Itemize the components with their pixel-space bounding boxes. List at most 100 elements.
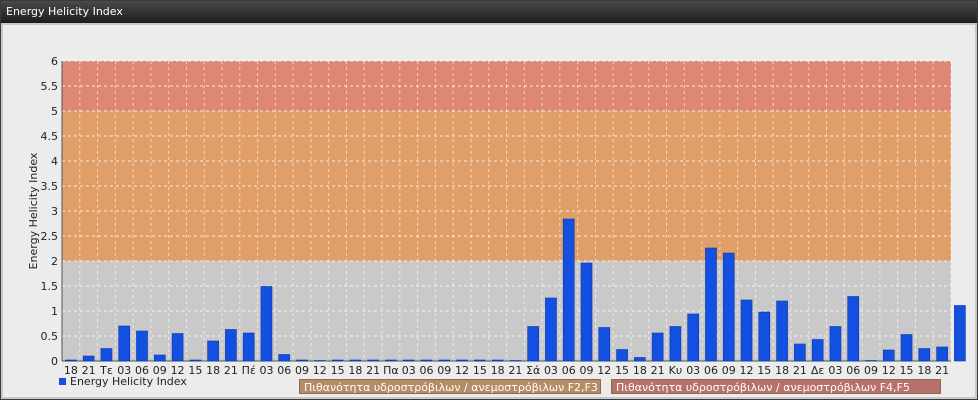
bar	[260, 286, 273, 362]
bar	[598, 327, 611, 362]
x-tick-label: 09	[864, 364, 878, 377]
x-tick-label: Κυ	[669, 364, 683, 377]
x-tick-label: 06	[419, 364, 433, 377]
bar	[918, 348, 931, 362]
bar	[882, 349, 895, 362]
bar	[562, 218, 575, 362]
bar	[509, 360, 522, 362]
x-tick-label: 06	[562, 364, 576, 377]
x-tick-label: 03	[828, 364, 842, 377]
y-tick-label: 4.5	[41, 130, 59, 143]
bar	[278, 354, 291, 362]
x-tick-label: 18	[206, 364, 220, 377]
x-tick-label: 03	[686, 364, 700, 377]
bar	[865, 360, 877, 362]
bar	[527, 326, 539, 362]
x-tick-label: 09	[580, 364, 594, 377]
x-tick-label: 12	[882, 364, 896, 377]
bar	[402, 359, 415, 362]
x-tick-label: 18	[917, 364, 931, 377]
y-tick-label: 0.5	[41, 330, 59, 343]
x-tick-label: 12	[455, 364, 469, 377]
y-tick-label: 2	[51, 255, 58, 268]
x-tick-label: Σά	[526, 364, 540, 377]
x-tick-label: 21	[508, 364, 522, 377]
bar	[687, 313, 700, 362]
x-tick-label: 18	[348, 364, 362, 377]
bar	[722, 252, 735, 362]
x-tick-label: 18	[633, 364, 647, 377]
legend: Energy Helicity Index	[59, 375, 187, 388]
x-tick-label: 12	[740, 364, 754, 377]
x-tick-label: 06	[704, 364, 718, 377]
y-tick-label: 3	[51, 205, 58, 218]
x-tick-label: 12	[597, 364, 611, 377]
y-tick-label: 2.5	[41, 230, 59, 243]
x-tick-label: 15	[900, 364, 914, 377]
chart-window: Energy Helicity Index 0 0.5 1 1.5 2 2.5 3 3.5 4 4…	[0, 0, 978, 400]
legend-swatch	[59, 378, 66, 385]
bar	[758, 311, 771, 362]
x-tick-label: 15	[331, 364, 345, 377]
bar	[296, 359, 308, 362]
x-tick-label: 18	[775, 364, 789, 377]
y-tick-label: 0	[51, 355, 58, 368]
legend-label: Energy Helicity Index	[70, 375, 187, 388]
bar	[100, 348, 113, 362]
x-tick-label: 21	[793, 364, 807, 377]
bar	[367, 359, 379, 362]
bar	[954, 305, 966, 362]
x-tick-label: 15	[188, 364, 202, 377]
bar	[936, 346, 948, 362]
x-tick-label: 15	[615, 364, 629, 377]
y-tick-label: 3.5	[41, 180, 59, 193]
chart-svg: 0 0.5 1 1.5 2 2.5 3 3.5 4 4.5 5 5.5 6 Energy Helicity…	[27, 55, 966, 377]
bar	[118, 325, 131, 362]
x-tick-label: Πα	[383, 364, 399, 377]
bar	[171, 333, 184, 362]
bar	[65, 359, 77, 362]
y-tick-label: 5.5	[41, 80, 59, 93]
bar	[829, 326, 842, 362]
x-tick-label: 21	[366, 364, 380, 377]
bar	[669, 326, 682, 362]
x-tick-label: 21	[651, 364, 665, 377]
y-tick-label: 6	[51, 55, 58, 68]
bar	[634, 357, 646, 362]
bar	[438, 359, 451, 362]
bar	[811, 339, 824, 362]
bar	[900, 334, 913, 362]
band-label-f4f5: Πιθανότητα υδροστρόβιλων / ανεμοστρόβιλω…	[611, 379, 941, 394]
y-tick-label: 1	[51, 305, 58, 318]
bar	[313, 360, 326, 362]
x-tick-label: 06	[277, 364, 291, 377]
x-tick-label: 15	[757, 364, 771, 377]
x-tick-label: 03	[259, 364, 273, 377]
bar	[153, 354, 166, 362]
bar	[189, 359, 202, 362]
x-tick-label: 21	[224, 364, 238, 377]
x-tick-label: 18	[491, 364, 505, 377]
bar	[794, 343, 806, 362]
x-tick-label: Πέ	[242, 364, 256, 377]
y-tick-label: 5	[51, 105, 58, 118]
x-tick-label: 09	[437, 364, 451, 377]
bar	[651, 332, 664, 362]
bar	[207, 340, 219, 362]
x-tick-label: 15	[473, 364, 487, 377]
bar	[331, 359, 344, 362]
x-tick-label: 09	[295, 364, 309, 377]
bar	[616, 349, 628, 362]
bar	[136, 330, 148, 362]
x-tick-label: 12	[313, 364, 327, 377]
x-tick-label: 03	[544, 364, 558, 377]
band-label-f2f3: Πιθανότητα υδροστρόβιλων / ανεμοστρόβιλω…	[299, 379, 601, 394]
bar	[776, 300, 788, 362]
bar	[580, 262, 593, 362]
bar	[545, 297, 557, 362]
bar	[82, 355, 95, 362]
bar	[225, 329, 237, 362]
x-tick-label: 03	[402, 364, 416, 377]
bar	[705, 247, 717, 362]
x-tick-label: 06	[846, 364, 860, 377]
